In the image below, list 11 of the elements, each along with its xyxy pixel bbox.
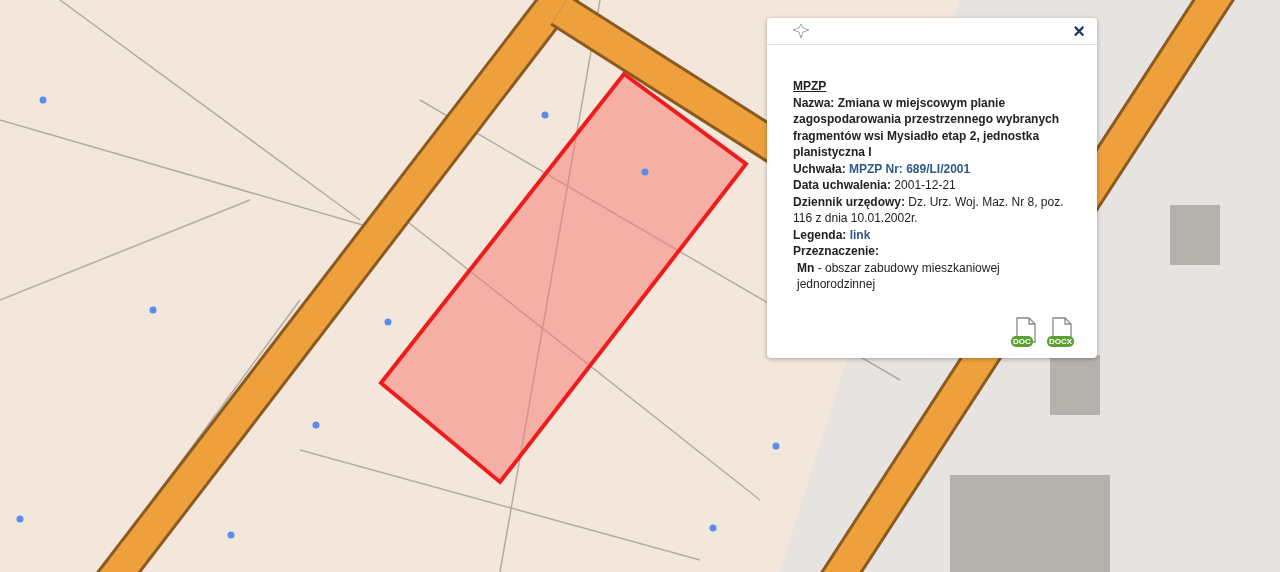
popup-title: MPZP — [793, 78, 827, 95]
info-link[interactable]: link — [849, 227, 871, 242]
close-button[interactable]: × — [1071, 21, 1087, 41]
info-row-text: Nazwa: Zmiana w miejscowym planie zagospodarowania przestrzennego wybranych fragmentów wsi Mysiadło etap 2, jednostka planistyczna I — [793, 94, 1061, 161]
field-label: Legenda: — [793, 227, 847, 242]
purpose-text: Mn - obszar zabudowy mieszkaniowej jednorodzinnej — [795, 259, 1001, 293]
field-label: Przeznaczenie: — [793, 243, 881, 260]
info-row-text: Dziennik urzędowy: Dz. Urz. Woj. Maz. Nr 8, poz. 116 z dnia 10.01.2002r. — [793, 193, 1065, 227]
info-link[interactable]: MPZP Nr: 689/LI/2001 — [849, 161, 971, 176]
field-label: Uchwała: — [793, 161, 846, 176]
info-row-text: Data uchwalenia: 2001-12-21 — [793, 177, 957, 194]
